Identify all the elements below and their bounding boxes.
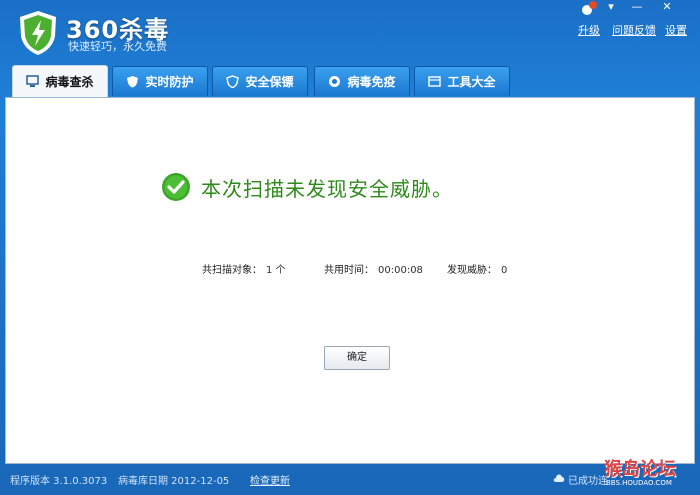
tab-realtime-protection[interactable]: 实时防护 — [112, 66, 208, 96]
threats-value: 0 — [501, 265, 508, 276]
notification-icon[interactable] — [580, 0, 598, 16]
status-bar: 程序版本 3.1.0.3073 病毒库日期 2012-12-05 检查更新 已成… — [0, 466, 700, 495]
settings-link[interactable]: 设置 — [665, 22, 687, 38]
menu-dropdown-button[interactable]: ▾ — [600, 0, 622, 16]
program-version: 程序版本 3.1.0.3073 — [10, 476, 108, 487]
tab-virus-scan[interactable]: 病毒查杀 — [12, 65, 108, 97]
ok-button[interactable]: 确定 — [324, 346, 390, 370]
result-message: 本次扫描未发现安全威胁。 — [201, 176, 453, 201]
threats-found-stat: 发现威胁： 0 — [447, 261, 507, 276]
tab-toolbox[interactable]: 工具大全 — [414, 66, 510, 96]
tab-label: 安全保镖 — [245, 75, 294, 89]
app-slogan: 快速轻巧，永久免费 — [68, 40, 167, 53]
scanned-value: 1 个 — [266, 265, 286, 276]
connection-status: 已成功连 — [568, 476, 608, 487]
tab-label: 病毒查杀 — [45, 75, 94, 89]
virus-db-date: 病毒库日期 2012-12-05 — [118, 476, 230, 487]
close-button[interactable]: ✕ — [656, 0, 678, 16]
immunity-icon — [329, 76, 341, 87]
success-check-icon — [162, 173, 190, 201]
time-label: 共用时间： — [324, 265, 374, 276]
tab-label: 病毒免疫 — [347, 75, 396, 89]
check-update-link[interactable]: 检查更新 — [250, 472, 290, 487]
threats-label: 发现威胁： — [447, 265, 497, 276]
tab-virus-immunity[interactable]: 病毒免疫 — [314, 66, 410, 96]
feedback-link[interactable]: 问题反馈 — [612, 22, 656, 38]
minimize-button[interactable]: — — [626, 0, 648, 16]
scanned-label: 共扫描对象： — [202, 265, 262, 276]
shield-logo-icon — [20, 11, 56, 55]
shield-icon — [127, 76, 139, 88]
toolbox-icon — [428, 76, 442, 87]
scan-result-panel: 本次扫描未发现安全威胁。 共扫描对象： 1 个 共用时间： 00:00:08 发现威… — [5, 97, 695, 464]
monitor-icon — [26, 75, 40, 87]
guard-icon — [226, 75, 240, 88]
upgrade-link[interactable]: 升级 — [578, 22, 600, 38]
tab-security-guard[interactable]: 安全保镖 — [212, 66, 308, 96]
elapsed-time-stat: 共用时间： 00:00:08 — [324, 261, 423, 276]
time-value: 00:00:08 — [378, 265, 423, 276]
cloud-icon — [553, 474, 565, 482]
scan-result: 本次扫描未发现安全威胁。 — [161, 172, 453, 202]
app-window: 360杀毒 快速轻巧，永久免费 ▾ — ✕ 升级 问题反馈 设置 病毒查杀 实时… — [0, 0, 700, 495]
scanned-objects-stat: 共扫描对象： 1 个 — [202, 261, 286, 276]
tab-label: 工具大全 — [447, 75, 496, 89]
watermark-logo: 猴岛论坛 — [604, 459, 676, 480]
watermark-url: BBS.HOUDAO.COM — [606, 479, 672, 487]
tab-label: 实时防护 — [145, 75, 194, 89]
